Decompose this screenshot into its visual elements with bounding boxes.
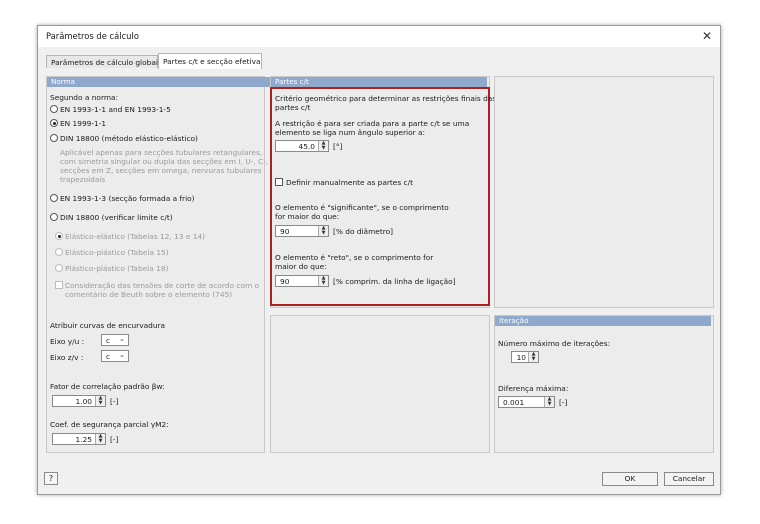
- radio-en1993[interactable]: [50, 105, 58, 113]
- max-diff-input[interactable]: 0.001 ▲ ▼: [498, 396, 555, 408]
- label-en1993-1-3: EN 1993-1-3 (secção formada a frio): [60, 194, 195, 203]
- spinner-icon[interactable]: ▲ ▼: [528, 352, 538, 362]
- corr-input[interactable]: 1.00 ▲ ▼: [52, 395, 106, 407]
- spinner-icon[interactable]: ▲ ▼: [318, 276, 328, 286]
- max-iter-input[interactable]: 10 ▲ ▼: [511, 351, 539, 363]
- spinner-icon[interactable]: ▲ ▼: [95, 434, 105, 444]
- axis-z-value: c: [106, 352, 111, 361]
- label-en1993: EN 1993-1-1 and EN 1993-1-5: [60, 105, 171, 114]
- chevron-down-icon: ⌄: [119, 351, 125, 359]
- angle-unit: [°]: [333, 142, 343, 151]
- reto-line-2: maior do que:: [275, 262, 327, 271]
- sig-line-1: O elemento é "significante", se o compri…: [275, 203, 449, 212]
- reto-line-1: O elemento é "reto", se o comprimento fo…: [275, 253, 434, 262]
- empty-panel-bottom-middle: [270, 315, 490, 453]
- norma-prompt: Segundo a norma:: [50, 93, 119, 102]
- crit-line-1: Critério geométrico para determinar as r…: [275, 94, 497, 103]
- note-line-3: secções em Z, secções em omega, nervuras…: [60, 166, 262, 175]
- chevron-down-icon: ⌄: [119, 335, 125, 343]
- max-diff-unit: [-]: [559, 398, 568, 407]
- radio-elastic-plastic[interactable]: [55, 248, 63, 256]
- crit-line-2: partes c/t: [275, 103, 311, 112]
- iteration-panel: Iteração Número máximo de iterações: 10 …: [494, 315, 714, 453]
- note-line-4: trapezoidais: [60, 175, 106, 184]
- label-plastic-plastic: Plástico-plástico (Tabela 18): [65, 264, 169, 273]
- angle-value: 45.0: [298, 142, 315, 151]
- gamma-label: Coef. de segurança parcial γM2:: [50, 420, 169, 429]
- corr-label: Fator de correlação padrão βw:: [50, 382, 165, 391]
- note-line-2: com simetria singular ou dupla das secçõ…: [60, 157, 269, 166]
- help-icon[interactable]: ?: [44, 472, 58, 485]
- empty-panel-top-right: [494, 76, 714, 308]
- radio-din18800-limit[interactable]: [50, 213, 58, 221]
- radio-plastic-plastic[interactable]: [55, 264, 63, 272]
- sig-unit: [% do diâmetro]: [333, 227, 394, 236]
- spinner-icon[interactable]: ▲ ▼: [318, 141, 328, 151]
- angle-input[interactable]: 45.0 ▲ ▼: [275, 140, 329, 152]
- label-en1999: EN 1999-1-1: [60, 119, 107, 128]
- beuth-line-1: Consideração das tensões de corte de aco…: [65, 281, 260, 290]
- reto-value: 90: [280, 277, 290, 286]
- corr-value: 1.00: [75, 397, 92, 406]
- gamma-value: 1.25: [75, 435, 92, 444]
- label-din18800-elastic: DIN 18800 (método elástico-elástico): [60, 134, 198, 143]
- radio-en1993-1-3[interactable]: [50, 194, 58, 202]
- max-iter-label: Número máximo de iterações:: [498, 339, 611, 348]
- beuth-line-2: comentário de Beuth sobre o elemento (74…: [65, 290, 233, 299]
- spinner-icon[interactable]: ▲ ▼: [318, 226, 328, 236]
- norma-header: Norma: [47, 77, 270, 87]
- manual-ct-label: Definir manualmente as partes c/t: [286, 178, 414, 187]
- ct-highlight-frame: Critério geométrico para determinar as r…: [270, 87, 496, 306]
- axis-z-label: Eixo z/v :: [50, 353, 84, 362]
- title-bar: Parâmetros de cálculo ✕: [38, 26, 720, 47]
- axis-z-select[interactable]: c ⌄: [101, 350, 129, 362]
- radio-elastic-elastic[interactable]: [55, 232, 63, 240]
- note-line-1: Aplicável apenas para secções tubulares …: [60, 148, 263, 157]
- reto-unit: [% comprim. da linha de ligação]: [333, 277, 456, 286]
- curves-label: Atribuir curvas de encurvadura: [50, 321, 166, 330]
- iteration-header: Iteração: [495, 316, 711, 326]
- radio-en1999[interactable]: [50, 119, 58, 127]
- angle-line-2: elemento se liga num ângulo superior a:: [275, 128, 425, 137]
- radio-din18800-elastic[interactable]: [50, 134, 58, 142]
- axis-y-select[interactable]: c ⌄: [101, 334, 129, 346]
- sig-line-2: for maior do que:: [275, 212, 340, 221]
- cancel-button[interactable]: Cancelar: [664, 472, 714, 486]
- gamma-unit: [-]: [110, 435, 119, 444]
- axis-y-value: c: [106, 336, 111, 345]
- ct-header: Partes c/t: [271, 77, 487, 87]
- reto-input[interactable]: 90 ▲ ▼: [275, 275, 329, 287]
- angle-line-1: A restrição é para ser criada para a par…: [275, 119, 470, 128]
- corr-unit: [-]: [110, 397, 119, 406]
- max-iter-value: 10: [516, 353, 526, 362]
- checkbox-manual-ct[interactable]: [275, 178, 283, 186]
- label-elastic-plastic: Elástico-plástico (Tabela 15): [65, 248, 169, 257]
- sig-value: 90: [280, 227, 290, 236]
- tab-ct-parts[interactable]: Partes c/t e secção efetiva: [158, 53, 262, 69]
- tab-global-parameters[interactable]: Parâmetros de cálculo globais: [46, 55, 162, 68]
- spinner-icon[interactable]: ▲ ▼: [544, 397, 554, 407]
- checkbox-beuth[interactable]: [55, 281, 63, 289]
- sig-input[interactable]: 90 ▲ ▼: [275, 225, 329, 237]
- ok-button[interactable]: OK: [602, 472, 658, 486]
- label-elastic-elastic: Elástico-elástico (Tabelas 12, 13 e 14): [65, 232, 206, 241]
- max-diff-value: 0.001: [503, 398, 525, 407]
- close-icon[interactable]: ✕: [702, 29, 712, 43]
- gamma-input[interactable]: 1.25 ▲ ▼: [52, 433, 106, 445]
- spinner-icon[interactable]: ▲ ▼: [95, 396, 105, 406]
- axis-y-label: Eixo y/u :: [50, 337, 85, 346]
- norma-panel: Norma Segundo a norma: EN 1993-1-1 and E…: [46, 76, 270, 453]
- label-din18800-limit: DIN 18800 (verificar limite c/t): [60, 213, 173, 222]
- window-title: Parâmetros de cálculo: [46, 31, 139, 41]
- max-diff-label: Diferença máxima:: [498, 384, 569, 393]
- dialog-window: Parâmetros de cálculo ✕ Parâmetros de cá…: [37, 25, 721, 495]
